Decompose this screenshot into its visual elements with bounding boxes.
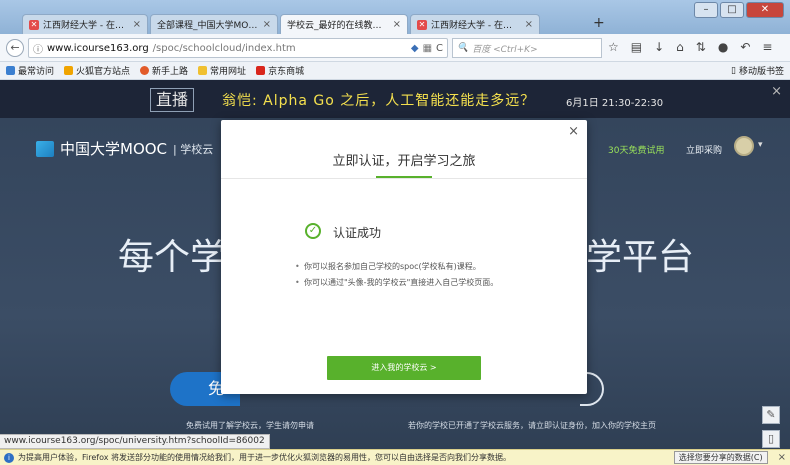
jd-icon bbox=[256, 66, 266, 75]
bookmark-label: 最常访问 bbox=[18, 67, 55, 77]
bookmark-star-icon[interactable]: ☆ bbox=[608, 40, 619, 54]
share-data-button[interactable]: 选择您要分享的数据(C) bbox=[673, 451, 768, 464]
success-message: 认证成功 bbox=[333, 226, 382, 240]
search-icon: 🔍 bbox=[457, 43, 469, 53]
url-bar[interactable]: ⓘ www.icourse163.org/spoc/schoolcloud/in… bbox=[28, 38, 448, 58]
tab-label: 全部课程_中国大学MOOC(慕课) bbox=[157, 21, 259, 31]
search-placeholder: 百度 <Ctrl+K> bbox=[472, 44, 538, 55]
purchase-link[interactable]: 立即采购 bbox=[686, 143, 722, 156]
tab-school-cloud[interactable]: 学校云_最好的在线教学平台_中国 × bbox=[280, 14, 408, 34]
live-badge: 直播 bbox=[150, 88, 194, 112]
status-url: www.icourse163.org/spoc/university.htm?s… bbox=[0, 434, 270, 449]
banner-date: 6月1日 21:30-22:30 bbox=[566, 98, 664, 109]
site-logo[interactable]: 中国大学MOOC | 学校云 bbox=[36, 138, 213, 159]
info-icon: i bbox=[4, 452, 14, 463]
close-icon[interactable]: × bbox=[568, 124, 579, 139]
mobile-app-icon[interactable]: ▯ bbox=[762, 430, 780, 448]
tips-list: 你可以报名参加自己学校的spoc(学校私有)课程。 你可以通过"头像-我的学校云… bbox=[295, 259, 505, 291]
trial-note: 免费试用了解学校云，学生请勿申请 bbox=[186, 421, 314, 430]
bookmark-label: 常用网址 bbox=[210, 67, 247, 77]
hero-heading-right: 学平台 bbox=[586, 237, 695, 278]
close-icon[interactable]: × bbox=[133, 19, 141, 30]
site-logo-text: 中国大学MOOC bbox=[60, 140, 168, 158]
shield-icon[interactable]: ◆ bbox=[411, 43, 419, 54]
close-icon[interactable]: × bbox=[778, 452, 786, 463]
menu-icon[interactable]: ≡ bbox=[762, 40, 772, 54]
home-icon[interactable]: ⌂ bbox=[676, 40, 684, 54]
school-icon: ✕ bbox=[417, 19, 427, 30]
bookmark-item[interactable]: 火狐官方站点 bbox=[64, 64, 130, 77]
minimize-icon[interactable]: – bbox=[694, 2, 718, 18]
reading-list-icon[interactable]: ▤ bbox=[631, 40, 642, 54]
verify-note: 若你的学校已开通了学校云服务，请立即认证身份，加入你的学校主页 bbox=[408, 421, 656, 430]
bookmarks-bar: 最常访问 火狐官方站点 新手上路 常用网址 京东商城 ▯ 移动版书签 bbox=[0, 62, 790, 80]
new-tab-button[interactable]: + bbox=[593, 15, 605, 31]
site-logo-sub: | 学校云 bbox=[173, 142, 214, 156]
window-close-icon[interactable]: ✕ bbox=[746, 2, 784, 18]
close-icon[interactable]: × bbox=[525, 19, 533, 30]
window-controls: – □ ✕ bbox=[694, 2, 784, 18]
folder-icon bbox=[198, 66, 208, 75]
banner-text: 翁恺: Alpha Go 之后，人工智能还能走多远？ bbox=[222, 93, 536, 109]
firefox-icon bbox=[140, 66, 150, 75]
live-banner[interactable]: 直播 翁恺: Alpha Go 之后，人工智能还能走多远？ 6月1日 21:30… bbox=[0, 80, 790, 118]
edit-icon[interactable]: ✎ bbox=[762, 406, 780, 424]
bookmark-label: 京东商城 bbox=[268, 67, 305, 77]
url-host: www.icourse163.org bbox=[47, 42, 149, 54]
mooc-logo-icon bbox=[36, 140, 54, 157]
toolbar-icons: ☆ ▤ ↓ ⌂ ⇅ ● ↶ ≡ bbox=[608, 40, 772, 54]
navigation-bar: ← ⓘ www.icourse163.org/spoc/schoolcloud/… bbox=[0, 34, 790, 62]
search-box[interactable]: 🔍 百度 <Ctrl+K> bbox=[452, 38, 602, 58]
divider bbox=[221, 178, 587, 179]
bookmark-icon bbox=[6, 66, 15, 75]
history-back-icon[interactable]: ↶ bbox=[740, 40, 750, 54]
reload-icon[interactable]: C bbox=[436, 43, 443, 54]
modal-title: 立即认证，开启学习之旅 bbox=[332, 154, 476, 169]
school-icon: ✕ bbox=[29, 19, 39, 30]
tab-label: 学校云_最好的在线教学平台_中国 bbox=[287, 21, 389, 31]
tab-label: 江西财经大学 - 在线课程中心 bbox=[43, 21, 129, 31]
site-info-icon[interactable]: ⓘ bbox=[33, 41, 43, 56]
tab-jufe-1[interactable]: ✕ 江西财经大学 - 在线课程中心 × bbox=[22, 14, 148, 34]
chat-icon[interactable]: ● bbox=[718, 40, 728, 54]
enter-school-cloud-button[interactable]: 进入我的学校云 > bbox=[327, 356, 481, 380]
side-toolbar: ✎ ▯ bbox=[762, 406, 780, 448]
bookmark-label: 火狐官方站点 bbox=[76, 67, 131, 77]
bookmark-label: 移动版书签 bbox=[738, 67, 784, 77]
bookmark-label: 新手上路 bbox=[152, 67, 189, 77]
tab-label: 江西财经大学 - 在线课程中心 bbox=[431, 21, 521, 31]
download-icon[interactable]: ↓ bbox=[654, 40, 664, 54]
back-icon[interactable]: ← bbox=[6, 39, 24, 57]
close-icon[interactable]: × bbox=[393, 19, 401, 30]
tab-jufe-2[interactable]: ✕ 江西财经大学 - 在线课程中心 × bbox=[410, 14, 540, 34]
close-icon[interactable]: × bbox=[771, 84, 782, 99]
mobile-bookmark-icon: ▯ bbox=[731, 65, 736, 76]
hero-heading-left: 每个学 bbox=[118, 237, 227, 278]
bookmark-item[interactable]: 常用网址 bbox=[198, 64, 246, 77]
tab-mooc-courses[interactable]: 全部课程_中国大学MOOC(慕课) × bbox=[150, 14, 278, 34]
free-trial-link[interactable]: 30天免费试用 bbox=[608, 143, 664, 156]
bookmark-item[interactable]: 新手上路 bbox=[140, 64, 188, 77]
maximize-icon[interactable]: □ bbox=[720, 2, 744, 18]
avatar[interactable] bbox=[734, 136, 754, 156]
notification-text: 为提高用户体验，Firefox 将发送部分功能的使用情况给我们，用于进一步优化火… bbox=[18, 453, 512, 462]
check-circle-icon: ✓ bbox=[305, 223, 321, 239]
qr-code-icon[interactable]: ▦ bbox=[423, 43, 432, 54]
mobile-bookmarks[interactable]: ▯ 移动版书签 bbox=[731, 64, 784, 78]
notification-bar: i 为提高用户体验，Firefox 将发送部分功能的使用情况给我们，用于进一步优… bbox=[0, 449, 790, 465]
url-path: /spoc/schoolcloud/index.htm bbox=[152, 42, 296, 54]
title-underline bbox=[376, 176, 432, 178]
close-icon[interactable]: × bbox=[263, 19, 271, 30]
list-item: 你可以报名参加自己学校的spoc(学校私有)课程。 bbox=[295, 259, 505, 275]
chevron-down-icon[interactable]: ▾ bbox=[758, 140, 763, 150]
pocket-icon[interactable]: ⇅ bbox=[696, 40, 706, 54]
tab-strip: ✕ 江西财经大学 - 在线课程中心 × 全部课程_中国大学MOOC(慕课) × … bbox=[0, 0, 790, 34]
folder-icon bbox=[64, 66, 74, 75]
bookmark-item[interactable]: 京东商城 bbox=[256, 64, 304, 77]
verification-modal: × 立即认证，开启学习之旅 ✓ 认证成功 你可以报名参加自己学校的spoc(学校… bbox=[221, 120, 587, 394]
bookmark-item[interactable]: 最常访问 bbox=[6, 64, 54, 77]
list-item: 你可以通过"头像-我的学校云"直接进入自己学校页面。 bbox=[295, 275, 505, 291]
